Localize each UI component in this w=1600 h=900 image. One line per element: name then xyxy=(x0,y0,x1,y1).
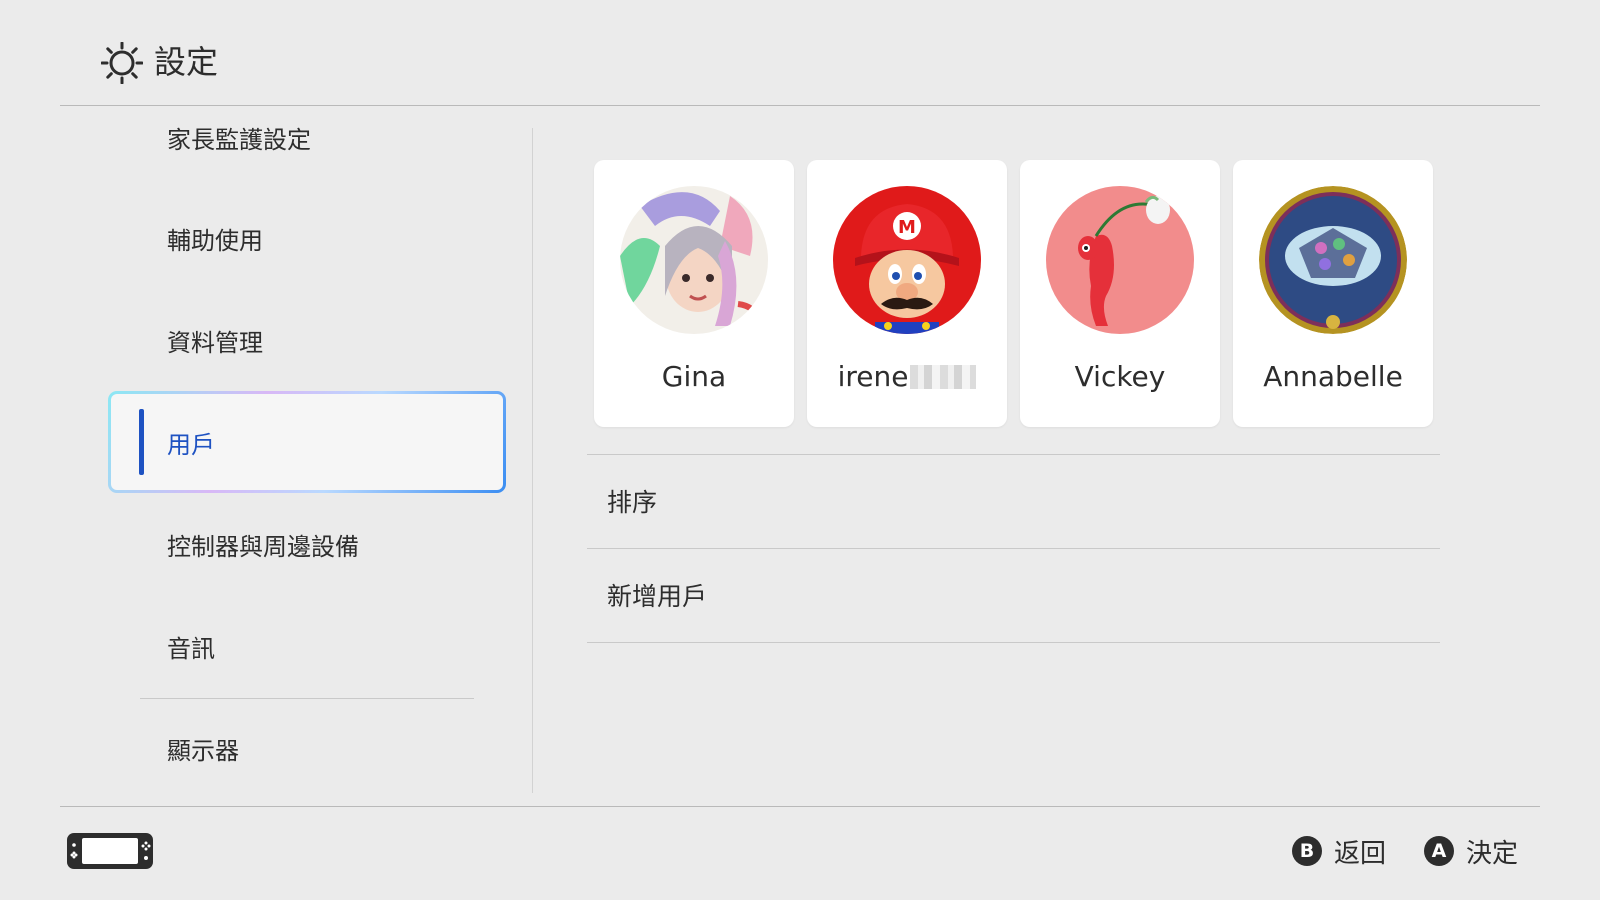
console-handheld-icon xyxy=(67,833,153,869)
sidebar-item-data-management[interactable]: 資料管理 xyxy=(108,310,504,370)
user-name: Annabelle xyxy=(1263,360,1403,393)
avatar xyxy=(620,186,768,334)
sidebar-item-controllers[interactable]: 控制器與周邊設備 xyxy=(108,514,504,574)
settings-sun-icon xyxy=(101,42,143,84)
user-card-annabelle[interactable]: Annabelle xyxy=(1233,160,1433,427)
menu-divider xyxy=(587,642,1440,643)
avatar xyxy=(1046,186,1194,334)
sidebar-item-parental-controls[interactable]: 家長監護設定 xyxy=(108,107,504,167)
redacted-pixelation xyxy=(910,365,977,389)
user-name: Gina xyxy=(661,360,727,393)
user-name: Vickey xyxy=(1074,360,1166,393)
user-name: irene xyxy=(807,360,1007,393)
back-hint[interactable]: B 返回 xyxy=(1292,834,1387,869)
selection-indicator xyxy=(139,409,144,475)
header: 設定 xyxy=(0,0,1600,106)
ok-hint[interactable]: A 決定 xyxy=(1424,834,1519,869)
user-card-gina[interactable]: Gina xyxy=(594,160,794,427)
sort-users-item[interactable]: 排序 xyxy=(587,455,1440,547)
pane-divider xyxy=(532,128,533,793)
user-card-irene[interactable]: M irene xyxy=(807,160,1007,427)
svg-text:M: M xyxy=(898,217,916,238)
avatar xyxy=(1259,186,1407,334)
sidebar-divider xyxy=(140,698,474,699)
back-label: 返回 xyxy=(1334,838,1387,869)
add-user-item[interactable]: 新增用戶 xyxy=(587,549,1440,641)
a-button-icon: A xyxy=(1424,836,1454,866)
page-title: 設定 xyxy=(154,43,219,81)
sidebar-item-users[interactable]: 用戶 xyxy=(108,391,506,493)
header-divider xyxy=(60,105,1540,106)
footer-divider xyxy=(60,806,1540,807)
b-button-icon: B xyxy=(1292,836,1322,866)
avatar: M xyxy=(833,186,981,334)
sidebar-item-display[interactable]: 顯示器 xyxy=(108,718,504,778)
sidebar-item-accessibility[interactable]: 輔助使用 xyxy=(108,208,504,268)
sidebar-item-label: 用戶 xyxy=(167,430,215,459)
ok-label: 決定 xyxy=(1466,838,1519,869)
sidebar-item-audio[interactable]: 音訊 xyxy=(108,616,504,676)
user-card-vickey[interactable]: Vickey xyxy=(1020,160,1220,427)
